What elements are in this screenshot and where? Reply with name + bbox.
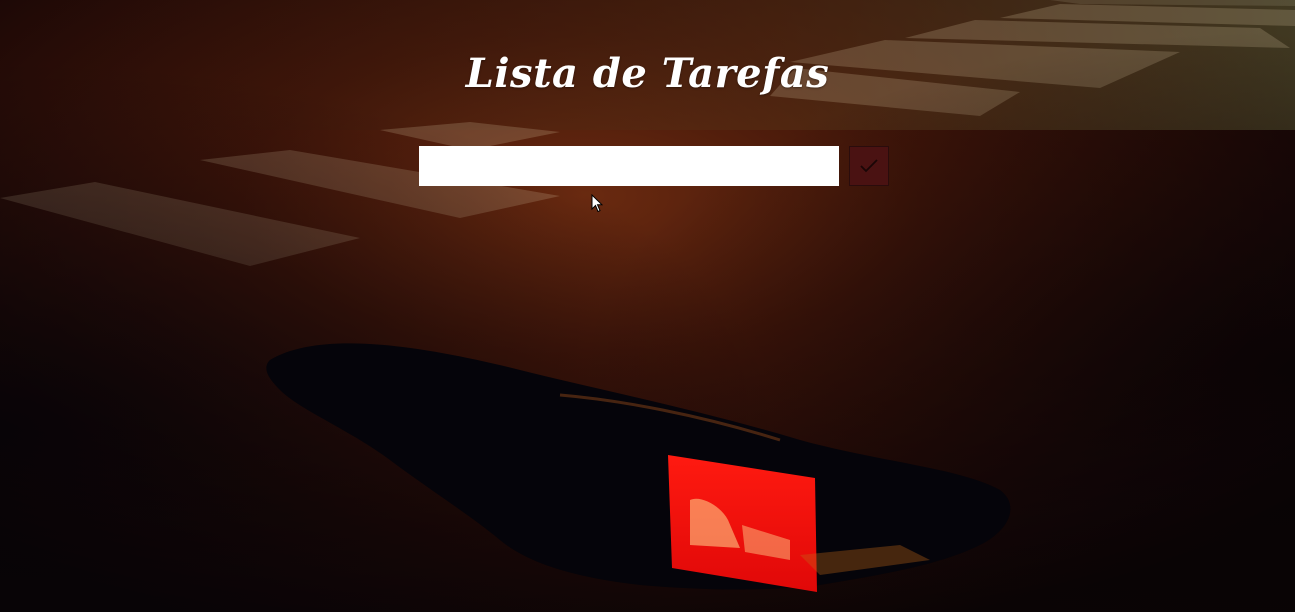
checkmark-icon	[859, 158, 879, 174]
task-input[interactable]	[419, 146, 839, 186]
task-form	[419, 146, 889, 186]
page-title: Lista de Tarefas	[465, 50, 830, 97]
todo-page: Lista de Tarefas	[0, 0, 1295, 612]
add-task-button[interactable]	[849, 146, 889, 186]
